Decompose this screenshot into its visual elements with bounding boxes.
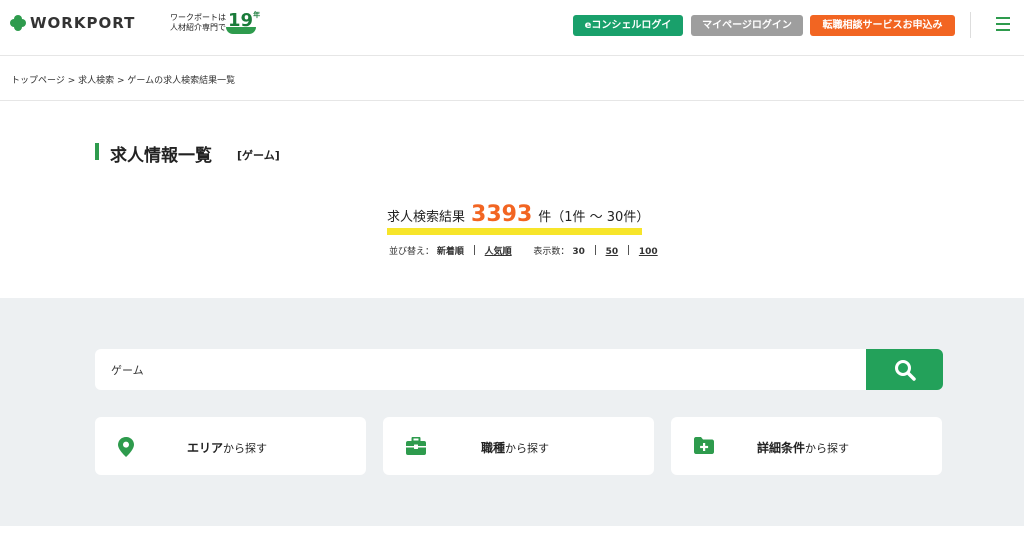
tagline-line2: 人材紹介専門で [170,23,226,32]
result-range: 件（1件 ～ 30件） [538,210,650,225]
clover-icon [10,15,26,31]
breadcrumb-current: ゲームの求人検索結果一覧 [127,76,236,86]
keyword-search-input[interactable] [95,349,866,390]
area-label-rest: から探す [223,442,268,455]
breadcrumb-separator: > [117,76,128,86]
title-accent-bar [95,143,99,160]
page-title: 求人情報一覧 [110,146,212,166]
breadcrumb-separator: > [67,76,79,86]
sort-newest[interactable]: 新着順 [437,247,464,257]
search-button[interactable] [866,349,943,390]
display-30[interactable]: 30 [572,247,585,257]
search-panel [0,298,1024,526]
detail-label-bold: 詳細条件 [757,441,806,455]
category-label: [ゲーム] [237,149,280,162]
display-count-label: 表示数： [533,247,570,257]
folder-plus-icon [694,437,714,454]
sort-popular-link[interactable]: 人気順 [485,247,512,257]
result-count: 3393 [471,202,533,227]
briefcase-icon [406,437,426,455]
area-label-bold: エリア [187,441,224,455]
apply-consultation-button[interactable]: 転職相談サービスお申込み [810,15,955,36]
sort-separator [473,245,475,255]
result-label: 求人検索結果 [387,210,466,225]
job-card-label: 職種から探す [481,439,549,456]
sort-controls: 並び替え： 新着順 人気順 表示数： 30 50 100 [389,244,658,257]
result-highlight-marker [387,228,642,235]
job-label-rest: から探す [505,442,550,455]
display-50-link[interactable]: 50 [606,247,619,257]
detail-card-label: 詳細条件から探す [757,439,849,456]
tagline-line1: ワークポートは [170,13,226,22]
display-100-link[interactable]: 100 [639,247,658,257]
workport-logo[interactable]: WORKPORT [10,14,135,32]
breadcrumb-top[interactable]: トップページ [11,76,65,86]
detail-label-rest: から探す [805,442,850,455]
hamburger-menu-icon[interactable] [996,17,1010,31]
result-summary: 求人検索結果 3393 件（1件 ～ 30件） [387,202,649,227]
job-label-bold: 職種 [481,441,506,455]
brand-name: WORKPORT [30,14,136,32]
search-icon [894,359,916,381]
header-divider [970,12,971,38]
search-by-job-card[interactable]: 職種から探す [383,417,654,475]
search-by-area-card[interactable]: エリアから探す [95,417,366,475]
years-wave-icon [226,27,256,34]
breadcrumb-search[interactable]: 求人検索 [78,76,114,86]
mypage-login-button[interactable]: マイページログイン [691,15,803,36]
site-header: WORKPORT ワークポートは 人材紹介専門で 19年 eコンシェルログイン … [0,0,1024,56]
sort-label: 並び替え： [389,247,435,257]
econ-login-button[interactable]: eコンシェルログイン [573,15,683,52]
area-card-label: エリアから探す [187,439,267,456]
years-unit: 年 [253,11,261,19]
breadcrumb: トップページ > 求人検索 > ゲームの求人検索結果一覧 [0,56,1024,101]
search-by-detail-card[interactable]: 詳細条件から探す [671,417,942,475]
display-separator [628,245,629,255]
location-pin-icon [118,437,134,457]
display-separator [594,245,596,255]
tagline: ワークポートは 人材紹介専門で [170,13,226,33]
